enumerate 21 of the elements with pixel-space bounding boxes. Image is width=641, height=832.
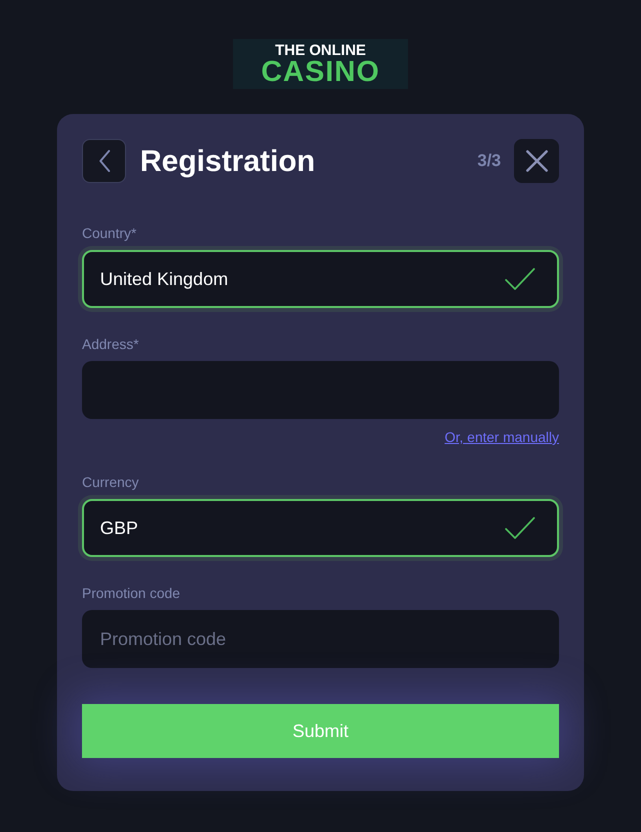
submit-button[interactable]: Submit: [82, 704, 559, 758]
close-button[interactable]: [514, 139, 559, 183]
input-field[interactable]: Promotion code: [82, 610, 559, 668]
input-field[interactable]: [82, 361, 559, 419]
step-counter: 3/3: [477, 150, 501, 172]
field-label: Promotion code: [82, 585, 180, 602]
logo-title: THE ONLINE: [275, 42, 366, 58]
back-button[interactable]: [82, 139, 126, 183]
field-label: Country*: [82, 225, 136, 242]
check-icon: [505, 268, 535, 290]
enter-manually-link[interactable]: Or, enter manually: [444, 429, 559, 446]
field-label: Address*: [82, 336, 139, 353]
field-value: GBP: [100, 516, 138, 540]
logo-wordmark: CASINO: [261, 58, 380, 86]
field-label: Currency: [82, 474, 139, 491]
field-placeholder: Promotion code: [100, 628, 226, 650]
check-icon: [505, 517, 535, 539]
form-title: Registration: [140, 144, 316, 180]
close-icon: [526, 150, 548, 172]
field-value: United Kingdom: [100, 268, 228, 291]
chevron-left-icon: [98, 150, 110, 172]
